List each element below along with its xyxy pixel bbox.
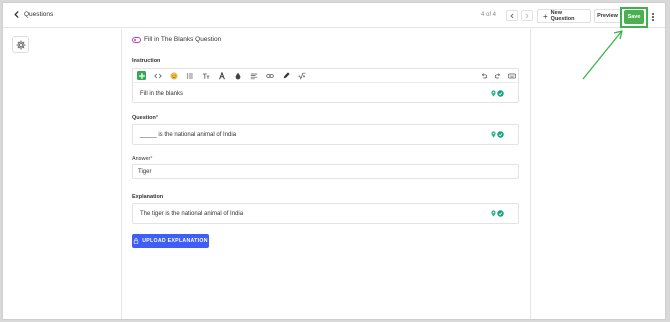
instruction-editor[interactable]: Fill in the blanks: [132, 68, 519, 103]
upload-explanation-button[interactable]: UPLOAD EXPLANATION: [132, 234, 209, 248]
bullet-list-icon[interactable]: [185, 71, 194, 80]
question-type-header: Fill in The Blanks Question: [132, 36, 221, 43]
align-icon[interactable]: [249, 71, 258, 80]
grammar-check-icon[interactable]: [497, 90, 504, 97]
next-question-button[interactable]: [521, 10, 533, 21]
app-window: Questions 4 of 4 + New Question Preview …: [2, 2, 666, 320]
emoji-icon[interactable]: [169, 71, 178, 80]
question-label: Question*: [132, 115, 158, 121]
save-button[interactable]: Save: [624, 10, 644, 24]
chevron-left-icon: [510, 13, 514, 18]
question-type-label: Fill in The Blanks Question: [144, 36, 222, 43]
keyboard-icon[interactable]: [507, 71, 516, 80]
settings-button[interactable]: [12, 36, 29, 53]
explanation-editor[interactable]: The tiger is the national animal of Indi…: [132, 203, 519, 224]
chevron-right-icon: [525, 13, 529, 18]
answer-input[interactable]: Tiger: [132, 164, 519, 179]
explanation-text: The tiger is the national animal of Indi…: [140, 211, 244, 217]
save-label: Save: [627, 14, 641, 20]
new-question-button[interactable]: + New Question: [537, 9, 591, 23]
insert-plus-icon[interactable]: [137, 71, 146, 80]
link-icon[interactable]: [265, 71, 274, 80]
gear-icon: [15, 39, 26, 50]
math-sqrt-icon[interactable]: [297, 71, 306, 80]
editor-badges: [491, 90, 504, 97]
preview-label: Preview: [597, 13, 618, 19]
back-label: Questions: [24, 11, 54, 18]
pen-icon[interactable]: [281, 71, 290, 80]
chevron-left-icon: [14, 11, 19, 18]
question-editor[interactable]: _____ is the national animal of India: [132, 124, 519, 145]
top-bar: Questions 4 of 4 + New Question Preview …: [3, 3, 665, 28]
location-pin-icon[interactable]: [491, 210, 496, 217]
editor-badges: [491, 210, 504, 217]
question-type-icon: [132, 36, 141, 43]
undo-icon[interactable]: [479, 71, 488, 80]
redo-icon[interactable]: [493, 71, 502, 80]
new-question-label: New Question: [550, 10, 575, 22]
instruction-text: Fill in the blanks: [140, 91, 184, 97]
left-sidebar: [3, 29, 122, 319]
plus-icon: +: [543, 11, 548, 21]
editor-badges: [491, 131, 504, 138]
explanation-label: Explanation: [132, 194, 164, 200]
right-panel: [530, 29, 665, 319]
editor-toolbar: [133, 69, 518, 83]
previous-question-button[interactable]: [506, 10, 518, 21]
back-to-questions-link[interactable]: Questions: [12, 10, 53, 19]
question-pager: 4 of 4: [481, 12, 497, 18]
grammar-check-icon[interactable]: [497, 210, 504, 217]
upload-explanation-label: UPLOAD EXPLANATION: [142, 238, 208, 244]
text-size-icon[interactable]: [201, 71, 210, 80]
code-icon[interactable]: [153, 71, 162, 80]
more-options-icon[interactable]: [649, 11, 657, 23]
font-color-icon[interactable]: [217, 71, 226, 80]
preview-button[interactable]: Preview: [594, 9, 621, 23]
location-pin-icon[interactable]: [491, 90, 496, 97]
grammar-check-icon[interactable]: [497, 131, 504, 138]
answer-label: Answer*: [132, 156, 153, 162]
location-pin-icon[interactable]: [491, 131, 496, 138]
answer-value: Tiger: [138, 169, 152, 175]
instruction-label: Instruction: [132, 58, 161, 64]
highlight-drop-icon[interactable]: [233, 71, 242, 80]
lock-icon: [134, 238, 139, 244]
question-text: _____ is the national animal of India: [140, 132, 237, 138]
